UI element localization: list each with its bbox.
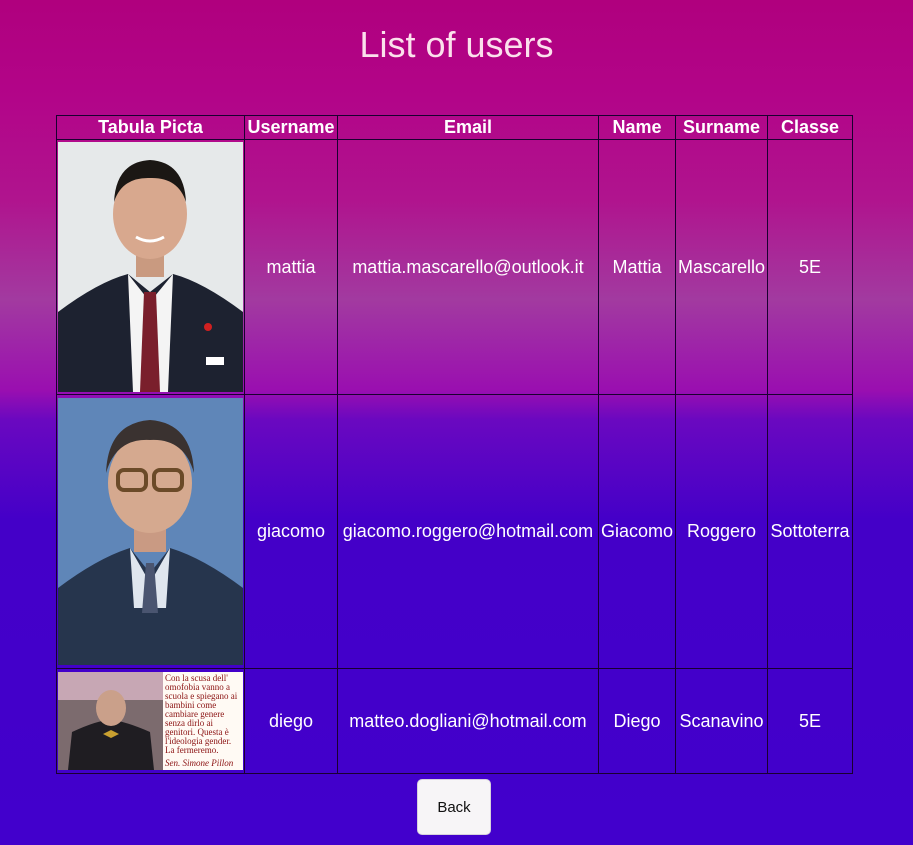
username-cell: giacomo (244, 394, 338, 669)
header-username: Username (244, 115, 338, 140)
users-table: Tabula Picta Username Email Name Surname… (56, 115, 853, 774)
classe-cell: 5E (767, 139, 853, 395)
svg-text:La fermeremo.: La fermeremo. (165, 745, 218, 755)
name-cell: Diego (598, 668, 676, 774)
user-photo: Con la scusa dell' omofobia vanno a scuo… (58, 672, 243, 770)
table-row: Con la scusa dell' omofobia vanno a scuo… (56, 668, 853, 774)
user-photo (58, 398, 243, 665)
photo-cell (56, 139, 245, 395)
name-cell: Giacomo (598, 394, 676, 669)
table-row: mattia mattia.mascarello@outlook.it Matt… (56, 139, 853, 395)
back-button[interactable]: Back (417, 779, 491, 835)
surname-cell: Mascarello (675, 139, 768, 395)
classe-cell: Sottoterra (767, 394, 853, 669)
header-classe: Classe (767, 115, 853, 140)
email-cell: mattia.mascarello@outlook.it (337, 139, 599, 395)
classe-cell: 5E (767, 668, 853, 774)
surname-cell: Scanavino (675, 668, 768, 774)
header-tabula-picta: Tabula Picta (56, 115, 245, 140)
surname-cell: Roggero (675, 394, 768, 669)
header-surname: Surname (675, 115, 768, 140)
email-cell: giacomo.roggero@hotmail.com (337, 394, 599, 669)
email-cell: matteo.dogliani@hotmail.com (337, 668, 599, 774)
table-row: giacomo giacomo.roggero@hotmail.com Giac… (56, 394, 853, 669)
header-name: Name (598, 115, 676, 140)
username-cell: mattia (244, 139, 338, 395)
svg-text:Sen. Simone Pillon: Sen. Simone Pillon (165, 758, 234, 768)
name-cell: Mattia (598, 139, 676, 395)
table-header-row: Tabula Picta Username Email Name Surname… (56, 115, 853, 140)
photo-cell (56, 394, 245, 669)
page-title: List of users (359, 24, 554, 65)
header-email: Email (337, 115, 599, 140)
photo-cell: Con la scusa dell' omofobia vanno a scuo… (56, 668, 245, 774)
username-cell: diego (244, 668, 338, 774)
user-photo (58, 142, 243, 392)
